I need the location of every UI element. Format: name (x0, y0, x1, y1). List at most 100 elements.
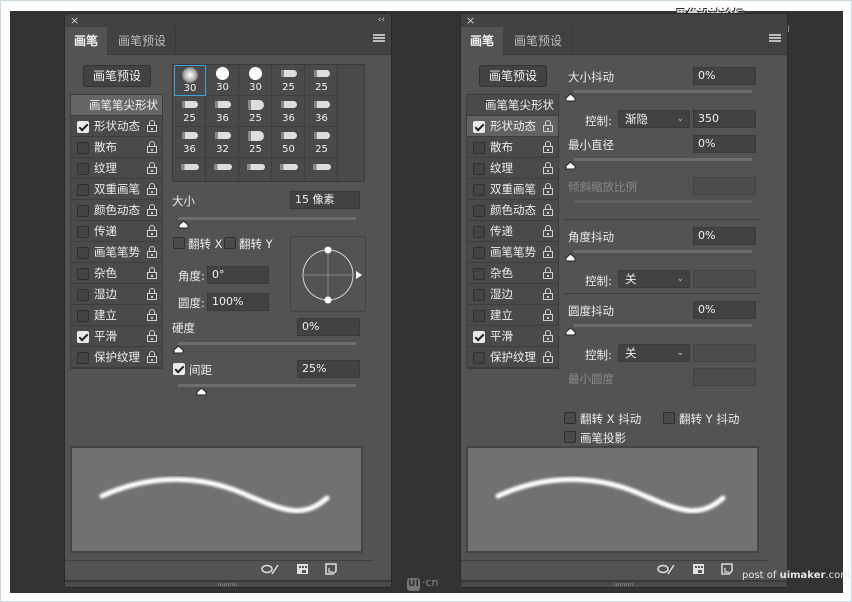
settings-checkbox[interactable] (473, 247, 485, 259)
settings-checkbox[interactable] (473, 310, 485, 322)
brush-presets-button[interactable]: 画笔预设 (83, 65, 151, 87)
settings-item[interactable]: 传递 (71, 221, 162, 242)
new-brush-icon[interactable] (324, 562, 338, 576)
settings-checkbox[interactable] (473, 205, 485, 217)
lock-icon[interactable] (543, 330, 553, 342)
settings-item[interactable]: 建立 (467, 305, 558, 326)
lock-icon[interactable] (147, 162, 157, 174)
brush-tip[interactable]: 25 (273, 65, 305, 96)
brush-presets-button[interactable]: 画笔预设 (479, 65, 547, 87)
roundness-jitter-slider[interactable] (574, 324, 752, 327)
settings-item[interactable]: 纹理 (71, 158, 162, 179)
settings-checkbox[interactable] (473, 331, 485, 343)
toggle-live-tip-preview-icon[interactable] (260, 562, 280, 576)
spacing-field[interactable]: 25% (297, 360, 360, 378)
settings-checkbox[interactable] (77, 121, 89, 133)
spacing-slider-thumb[interactable] (196, 387, 207, 396)
settings-item[interactable]: 保护纹理 (71, 347, 162, 368)
brush-tip[interactable]: 30 (174, 65, 206, 96)
roundness-field[interactable]: 100% (207, 293, 269, 311)
size-slider[interactable] (178, 217, 356, 220)
tab-brush-presets[interactable]: 画笔预设 (505, 27, 573, 55)
brush-tip[interactable]: 30 (240, 65, 272, 96)
settings-checkbox[interactable] (77, 205, 89, 217)
lock-icon[interactable] (147, 351, 157, 363)
brush-tip[interactable]: 32 (207, 127, 239, 158)
settings-item[interactable]: 保护纹理 (467, 347, 558, 368)
roundness-jitter-slider-thumb[interactable] (565, 327, 576, 336)
lock-icon[interactable] (147, 330, 157, 342)
settings-item-brush-tip-shape[interactable]: 画笔笔尖形状 (71, 95, 162, 116)
brush-projection-checkbox[interactable] (564, 431, 576, 443)
panel-resize-handle[interactable] (461, 580, 787, 587)
flip-x-checkbox[interactable] (173, 237, 185, 249)
angle-jitter-field[interactable]: 0% (693, 227, 756, 245)
flip-y-jitter-checkbox[interactable] (663, 412, 675, 424)
tab-brush[interactable]: 画笔 (65, 27, 108, 55)
settings-item[interactable]: 平滑 (71, 326, 162, 347)
settings-checkbox[interactable] (77, 226, 89, 238)
lock-icon[interactable] (147, 288, 157, 300)
panel-menu-icon[interactable] (769, 34, 781, 44)
settings-checkbox[interactable] (77, 163, 89, 175)
brush-tip[interactable]: 25 (240, 127, 272, 158)
settings-item[interactable]: 建立 (71, 305, 162, 326)
new-brush-icon[interactable] (720, 562, 734, 576)
settings-item[interactable]: 颜色动态 (467, 200, 558, 221)
settings-item[interactable]: 形状动态 (467, 116, 558, 137)
settings-checkbox[interactable] (77, 331, 89, 343)
flip-x-jitter-checkbox[interactable] (564, 412, 576, 424)
lock-icon[interactable] (147, 225, 157, 237)
settings-item[interactable]: 平滑 (467, 326, 558, 347)
fade-steps-field[interactable]: 350 (693, 110, 756, 128)
size-jitter-slider[interactable] (574, 90, 752, 93)
roundness-jitter-field[interactable]: 0% (693, 301, 756, 319)
lock-icon[interactable] (543, 309, 553, 321)
hardness-slider-thumb[interactable] (173, 345, 184, 354)
brush-tip[interactable]: 36 (207, 96, 239, 127)
size-jitter-slider-thumb[interactable] (565, 93, 576, 102)
lock-icon[interactable] (543, 351, 553, 363)
min-diameter-slider-thumb[interactable] (565, 161, 576, 170)
roundness-control-select[interactable]: 关 ⌄ (618, 344, 690, 362)
settings-item[interactable]: 颜色动态 (71, 200, 162, 221)
settings-item[interactable]: 杂色 (467, 263, 558, 284)
angle-jitter-slider[interactable] (574, 250, 752, 253)
settings-item[interactable]: 传递 (467, 221, 558, 242)
lock-icon[interactable] (543, 183, 553, 195)
lock-icon[interactable] (147, 183, 157, 195)
settings-checkbox[interactable] (77, 247, 89, 259)
brush-tip[interactable]: 30 (207, 65, 239, 96)
close-icon[interactable]: × (70, 14, 79, 27)
angle-jitter-slider-thumb[interactable] (565, 253, 576, 262)
size-field[interactable]: 15 像素 (290, 191, 360, 209)
settings-checkbox[interactable] (77, 289, 89, 301)
settings-checkbox[interactable] (473, 121, 485, 133)
settings-item[interactable]: 纹理 (467, 158, 558, 179)
toggle-live-tip-preview-icon[interactable] (656, 562, 676, 576)
brush-grid-icon[interactable] (692, 562, 706, 576)
lock-icon[interactable] (543, 120, 553, 132)
brush-tip[interactable]: 50 (273, 127, 305, 158)
angle-control-select[interactable]: 关 ⌄ (618, 270, 690, 288)
lock-icon[interactable] (543, 246, 553, 258)
settings-checkbox[interactable] (473, 352, 485, 364)
settings-item[interactable]: 湿边 (71, 284, 162, 305)
flip-y-checkbox[interactable] (224, 237, 236, 249)
brush-tip[interactable]: 25 (174, 96, 206, 127)
settings-checkbox[interactable] (473, 184, 485, 196)
hardness-field[interactable]: 0% (297, 318, 360, 336)
lock-icon[interactable] (543, 204, 553, 216)
brush-tip[interactable]: 36 (174, 127, 206, 158)
brush-tip[interactable]: 25 (306, 127, 338, 158)
settings-checkbox[interactable] (77, 184, 89, 196)
lock-icon[interactable] (147, 267, 157, 279)
brush-tip[interactable] (273, 158, 305, 181)
brush-tip[interactable] (306, 158, 338, 181)
hardness-slider[interactable] (178, 342, 356, 345)
brush-tip[interactable] (207, 158, 239, 181)
brush-tip[interactable]: 36 (306, 96, 338, 127)
settings-item[interactable]: 双重画笔 (467, 179, 558, 200)
settings-checkbox[interactable] (77, 352, 89, 364)
settings-item[interactable]: 画笔笔势 (467, 242, 558, 263)
